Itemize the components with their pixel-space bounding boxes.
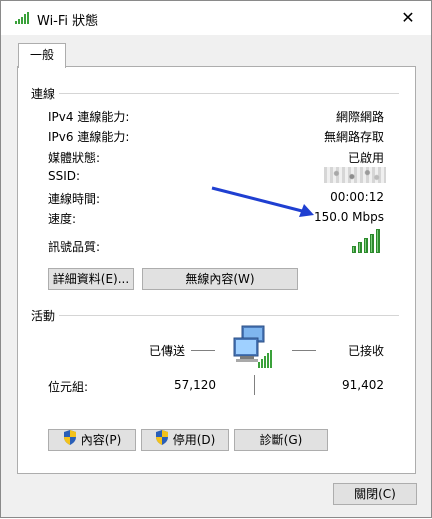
title-bar: Wi-Fi 狀態 ✕ — [1, 1, 431, 35]
close-window-button[interactable]: ✕ — [385, 1, 431, 35]
received-label: 已接收 — [348, 344, 385, 358]
properties-button[interactable]: 內容(P) — [48, 429, 136, 451]
details-button-label: 詳細資料(E)... — [52, 272, 130, 286]
disable-button-label: 停用(D) — [172, 433, 216, 447]
media-state-value: 已啟用 — [347, 151, 384, 165]
signal-strength-icon — [352, 229, 384, 256]
wireless-properties-button[interactable]: 無線內容(W) — [142, 268, 298, 290]
ssid-redacted-value — [324, 167, 386, 183]
wifi-status-window: ctdlt Wi-Fi 狀態 ✕ 一般 連線 IPv4 連線能力: 網際網路 I… — [0, 0, 432, 518]
bytes-received-value: 91,402 — [342, 378, 384, 392]
diagnose-button-label: 診斷(G) — [259, 433, 303, 447]
close-button[interactable]: 關閉(C) — [333, 483, 417, 505]
sent-label: 已傳送 — [149, 344, 186, 358]
network-computers-icon — [232, 324, 278, 373]
activity-divider — [59, 315, 399, 316]
signal-quality-label: 訊號品質: — [48, 240, 101, 254]
disable-button[interactable]: 停用(D) — [141, 429, 229, 451]
connection-section-title: 連線 — [31, 87, 56, 101]
details-button[interactable]: 詳細資料(E)... — [48, 268, 134, 290]
sent-connector-line — [191, 350, 215, 351]
duration-label: 連線時間: — [48, 192, 101, 206]
duration-value: 00:00:12 — [330, 190, 384, 204]
uac-shield-icon — [63, 430, 77, 451]
ipv6-label: IPv6 連線能力: — [48, 130, 130, 144]
diagnose-button[interactable]: 診斷(G) — [234, 429, 328, 451]
bytes-label: 位元組: — [48, 380, 89, 394]
window-title: Wi-Fi 狀態 — [37, 14, 99, 29]
received-connector-line — [292, 350, 316, 351]
media-state-label: 媒體狀態: — [48, 151, 101, 165]
wifi-signal-icon — [15, 12, 31, 27]
bytes-sent-value: 57,120 — [174, 378, 216, 392]
tab-general[interactable]: 一般 — [18, 43, 66, 68]
ssid-label: SSID: — [48, 169, 81, 183]
tab-general-label: 一般 — [29, 48, 54, 62]
properties-button-label: 內容(P) — [80, 433, 122, 447]
close-icon: ✕ — [401, 8, 415, 27]
ipv6-value: 無網路存取 — [323, 130, 384, 144]
wireless-properties-button-label: 無線內容(W) — [185, 272, 255, 286]
activity-center-divider — [254, 375, 255, 395]
connection-divider — [59, 93, 399, 94]
uac-shield-icon — [155, 430, 169, 451]
ipv4-value: 網際網路 — [335, 110, 384, 124]
activity-section-title: 活動 — [31, 309, 56, 323]
speed-label: 速度: — [48, 212, 77, 226]
ipv4-label: IPv4 連線能力: — [48, 110, 130, 124]
speed-value: 150.0 Mbps — [313, 210, 384, 224]
close-button-label: 關閉(C) — [354, 487, 396, 501]
